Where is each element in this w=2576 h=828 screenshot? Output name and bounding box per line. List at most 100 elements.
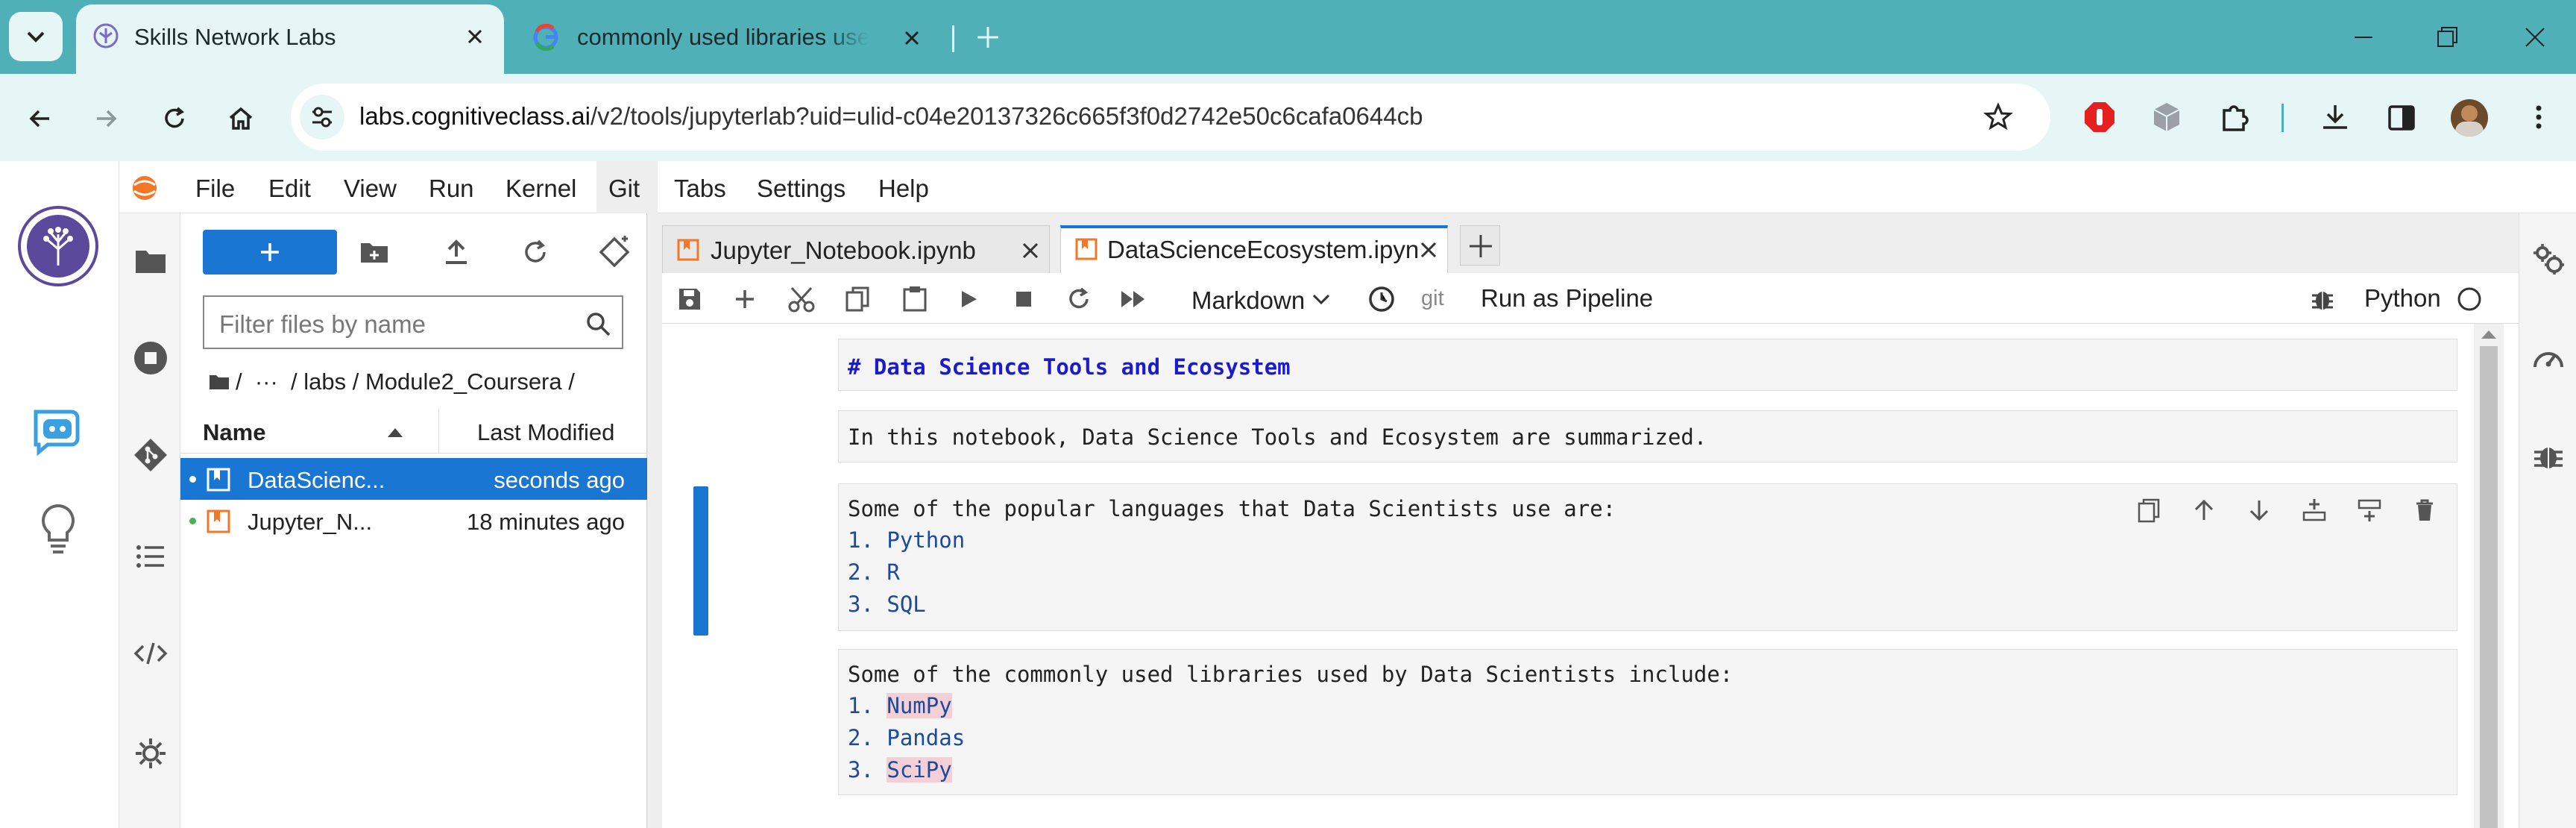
column-name[interactable]: Name (203, 419, 265, 446)
home-icon[interactable] (226, 104, 256, 134)
property-inspector-gear-icon[interactable] (133, 736, 169, 771)
file-name: DataScienc... (248, 467, 385, 493)
move-down-icon[interactable] (2246, 498, 2272, 523)
side-panel-icon[interactable] (2386, 102, 2417, 134)
run-as-pipeline-button[interactable]: Run as Pipeline (1481, 284, 1653, 313)
paste-icon[interactable] (901, 285, 929, 313)
scrollbar-thumb[interactable] (2480, 346, 2498, 828)
insert-below-icon[interactable] (2357, 498, 2382, 523)
menu-help[interactable]: Help (878, 175, 929, 203)
reload-icon[interactable] (160, 104, 189, 134)
extensions-puzzle-icon[interactable] (2218, 101, 2251, 134)
close-icon[interactable] (1419, 240, 1438, 260)
menu-tabs[interactable]: Tabs (674, 175, 726, 203)
git-label[interactable]: git (1421, 286, 1444, 311)
breadcrumb-path[interactable]: / ··· / labs / Module2_Coursera / (236, 368, 575, 395)
chatbot-icon[interactable] (30, 404, 86, 457)
extension-adblock-icon[interactable] (2082, 100, 2117, 134)
column-last-modified[interactable]: Last Modified (477, 419, 614, 446)
menu-view[interactable]: View (344, 175, 397, 203)
menu-edit[interactable]: Edit (268, 175, 311, 203)
tab-search-button[interactable] (9, 12, 63, 61)
new-folder-icon[interactable] (359, 239, 389, 266)
profile-avatar[interactable] (2451, 99, 2488, 137)
gauge-icon[interactable] (2531, 342, 2566, 376)
browser-tab-active[interactable]: Skills Network Labs (76, 4, 504, 74)
stop-icon[interactable] (1013, 288, 1035, 310)
close-icon[interactable] (464, 25, 486, 48)
code-snippets-icon[interactable] (133, 636, 169, 671)
extension-cube-icon[interactable] (2150, 100, 2184, 134)
cell-text: Some of the popular languages that Data … (848, 496, 1616, 521)
insert-cell-plus-icon[interactable] (732, 286, 758, 312)
back-arrow-icon[interactable] (25, 104, 55, 134)
run-cell-icon[interactable] (957, 288, 980, 310)
copy-icon[interactable] (844, 285, 872, 313)
insert-above-icon[interactable] (2302, 498, 2327, 523)
refresh-icon[interactable] (520, 237, 550, 267)
site-info-button[interactable] (300, 95, 344, 139)
debugger-bug-icon[interactable] (2531, 439, 2566, 473)
kernel-name[interactable]: Python (2364, 284, 2441, 313)
markdown-cell-4[interactable]: Some of the commonly used libraries used… (838, 649, 2457, 795)
menu-git[interactable]: Git (608, 175, 640, 203)
cell-type-select[interactable]: Markdown (1184, 280, 1341, 316)
close-icon[interactable] (1021, 241, 1040, 260)
skills-network-logo-icon[interactable] (16, 204, 100, 288)
markdown-cell-1[interactable]: # Data Science Tools and Ecosystem (838, 339, 2457, 391)
running-dot-icon (189, 476, 196, 483)
menu-file[interactable]: File (195, 175, 235, 203)
move-up-icon[interactable] (2191, 498, 2217, 523)
url-path: /v2/tools/jupyterlab?uid=ulid-c04e201373… (591, 102, 1423, 130)
doc-tab-jupyter-notebook[interactable]: Jupyter_Notebook.ipynb (662, 225, 1050, 273)
download-icon[interactable] (2319, 101, 2352, 134)
folder-icon[interactable] (133, 243, 169, 279)
upload-icon[interactable] (441, 237, 471, 267)
fast-forward-icon[interactable] (1118, 288, 1148, 310)
folder-icon[interactable] (209, 373, 230, 391)
vertical-scrollbar[interactable] (2474, 324, 2504, 828)
window-close-icon[interactable] (2520, 22, 2550, 52)
doc-tab-datascience-ecosystem[interactable]: DataScienceEcosystem.ipyn (1060, 225, 1448, 273)
file-row-selected[interactable]: DataScienc... seconds ago (180, 458, 647, 500)
star-bookmark-icon[interactable] (1983, 102, 2013, 132)
markdown-cell-3[interactable]: Some of the popular languages that Data … (838, 483, 2457, 631)
file-filter-input[interactable]: Filter files by name (203, 295, 623, 349)
cut-icon[interactable] (787, 285, 816, 313)
menu-kernel[interactable]: Kernel (506, 175, 576, 203)
scroll-up-arrow-icon[interactable] (2480, 328, 2498, 340)
git-clone-icon[interactable] (598, 236, 631, 269)
new-launcher-button[interactable] (203, 230, 337, 275)
running-stop-icon[interactable] (133, 340, 169, 376)
address-bar[interactable]: labs.cognitiveclass.ai/v2/tools/jupyterl… (291, 84, 2050, 151)
restore-icon[interactable] (2432, 22, 2462, 52)
app-favicon-icon (93, 23, 119, 48)
git-icon[interactable] (133, 437, 169, 473)
file-row[interactable]: Jupyter_N... 18 minutes ago (180, 500, 647, 542)
add-tab-button[interactable] (1460, 225, 1500, 266)
minimize-icon[interactable] (2349, 22, 2378, 52)
save-icon[interactable] (677, 286, 702, 312)
lightbulb-icon[interactable] (37, 501, 79, 558)
more-vert-icon[interactable] (2524, 102, 2554, 132)
list-number: 1. (848, 693, 874, 718)
browser-tab-inactive[interactable]: commonly used libraries used b (514, 4, 932, 72)
restart-kernel-icon[interactable] (1066, 286, 1092, 312)
notebook-icon (207, 509, 230, 533)
table-of-contents-icon[interactable] (133, 539, 169, 574)
property-inspector-icon[interactable] (2531, 242, 2566, 276)
menu-settings[interactable]: Settings (757, 175, 845, 203)
close-icon[interactable] (901, 27, 923, 49)
list-item: 3. SQL (848, 592, 926, 617)
new-tab-plus-icon[interactable] (973, 22, 1003, 52)
menu-run[interactable]: Run (429, 175, 474, 203)
clock-icon[interactable] (1367, 285, 1396, 313)
cell-text: Some of the commonly used libraries used… (848, 662, 1733, 687)
cell-text: # Data Science Tools and Ecosystem (848, 354, 1291, 380)
markdown-cell-2[interactable]: In this notebook, Data Science Tools and… (838, 410, 2457, 462)
debugger-bug-icon[interactable] (2310, 286, 2335, 312)
sort-up-icon[interactable] (386, 425, 404, 439)
forward-arrow-icon[interactable] (91, 104, 121, 134)
duplicate-cell-icon[interactable] (2136, 498, 2161, 523)
delete-trash-icon[interactable] (2412, 498, 2437, 523)
